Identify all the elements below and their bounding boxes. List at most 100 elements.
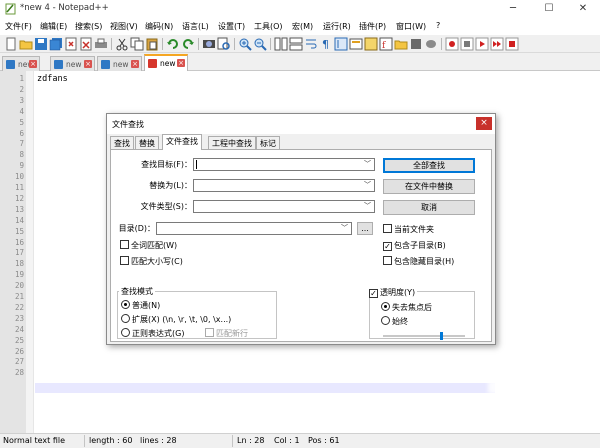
dialog-title-bar[interactable]: 文件查找 × — [107, 114, 495, 134]
on-losing-focus-radio[interactable]: 失去焦点后 — [381, 302, 432, 313]
paste-icon[interactable] — [145, 37, 159, 51]
cut-icon[interactable] — [115, 37, 129, 51]
menu-edit[interactable]: 编辑(E) — [40, 21, 67, 32]
directory-combo[interactable]: ﹀ — [156, 222, 352, 235]
copy-icon[interactable] — [130, 37, 144, 51]
menu-run[interactable]: 运行(R) — [323, 21, 351, 32]
transparency-slider[interactable] — [383, 332, 465, 340]
stop-recording-icon[interactable] — [460, 37, 474, 51]
save-icon[interactable] — [34, 37, 48, 51]
find-what-combo[interactable]: ﹀ — [193, 158, 375, 171]
menu-help[interactable]: ? — [436, 21, 440, 30]
cancel-button[interactable]: 取消 — [383, 200, 475, 215]
line-number: 3 — [19, 95, 24, 105]
dot-matches-newline-label: 匹配新行 — [216, 329, 248, 338]
in-sub-folders-checkbox[interactable]: ✓ 包含子目录(B) — [383, 240, 446, 251]
chevron-down-icon[interactable]: ﹀ — [361, 180, 374, 191]
mode-extended-radio[interactable]: 扩展(X) (\n, \r, \t, \0, \x...) — [121, 314, 231, 325]
minimize-button[interactable]: ─ — [496, 0, 530, 18]
maximize-button[interactable]: ☐ — [532, 0, 566, 18]
menu-plugins[interactable]: 插件(P) — [359, 21, 386, 32]
save-macro-icon[interactable] — [505, 37, 519, 51]
indent-guide-icon[interactable] — [334, 37, 348, 51]
chevron-down-icon[interactable]: ﹀ — [338, 223, 351, 234]
tab-close-icon[interactable]: × — [84, 60, 92, 68]
print-icon[interactable] — [94, 37, 108, 51]
user-defined-language-icon[interactable] — [349, 37, 363, 51]
toolbar-separator — [441, 38, 442, 50]
undo-icon[interactable] — [166, 37, 180, 51]
menu-view[interactable]: 视图(V) — [110, 21, 138, 32]
tab-new-1[interactable]: new × — [2, 56, 40, 71]
close-all-icon[interactable] — [79, 37, 93, 51]
dialog-close-button[interactable]: × — [476, 117, 492, 130]
run-macro-multiple-icon[interactable] — [490, 37, 504, 51]
tab-new-2[interactable]: new × — [50, 56, 95, 71]
close-file-icon[interactable] — [64, 37, 78, 51]
menu-settings[interactable]: 设置(T) — [218, 21, 245, 32]
tab-close-icon[interactable]: × — [131, 60, 139, 68]
slider-thumb[interactable] — [440, 332, 443, 340]
fold-margin[interactable] — [26, 71, 34, 433]
tab-mark[interactable]: 标记 — [256, 136, 280, 150]
redo-icon[interactable] — [181, 37, 195, 51]
record-macro-icon[interactable] — [445, 37, 459, 51]
transparency-checkbox[interactable]: ✓ 透明度(Y) — [369, 287, 418, 298]
word-wrap-icon[interactable] — [304, 37, 318, 51]
zoom-in-icon[interactable] — [238, 37, 252, 51]
match-whole-word-checkbox[interactable]: 全词匹配(W) — [120, 240, 177, 251]
sync-horizontal-scroll-icon[interactable] — [289, 37, 303, 51]
line-number: 4 — [19, 106, 24, 116]
menu-encoding[interactable]: 编码(N) — [145, 21, 173, 32]
notepad-plus-plus-icon — [5, 3, 16, 15]
always-radio[interactable]: 始终 — [381, 316, 408, 327]
menu-file[interactable]: 文件(F) — [5, 21, 32, 32]
zoom-out-icon[interactable] — [253, 37, 267, 51]
tab-close-icon[interactable]: × — [29, 60, 37, 68]
folder-as-workspace-icon[interactable] — [394, 37, 408, 51]
menu-window[interactable]: 窗口(W) — [396, 21, 426, 32]
new-file-icon[interactable] — [4, 37, 18, 51]
monitoring-icon[interactable] — [409, 37, 423, 51]
browse-directory-button[interactable]: ... — [357, 222, 373, 235]
tab-replace[interactable]: 替换 — [135, 136, 159, 150]
match-case-checkbox[interactable]: 匹配大小写(C) — [120, 256, 183, 267]
close-window-button[interactable]: ✕ — [566, 0, 600, 18]
unsaved-file-icon — [148, 59, 157, 68]
chevron-down-icon[interactable]: ﹀ — [361, 159, 374, 170]
menu-search[interactable]: 搜索(S) — [75, 21, 102, 32]
menu-macro[interactable]: 宏(M) — [292, 21, 313, 32]
play-macro-icon[interactable] — [475, 37, 489, 51]
code-line[interactable]: zdfans — [37, 74, 68, 84]
tab-close-icon[interactable]: × — [177, 59, 185, 67]
replace-in-files-button[interactable]: 在文件中替换 — [383, 179, 475, 194]
document-map-icon[interactable] — [364, 37, 378, 51]
tab-find[interactable]: 查找 — [110, 136, 134, 150]
status-position: Pos : 61 — [308, 436, 340, 445]
tab-new-4[interactable]: new 4 × — [144, 54, 188, 71]
function-list-icon[interactable]: f — [379, 37, 393, 51]
find-all-button[interactable]: 全部查找 — [383, 158, 475, 173]
in-hidden-folders-checkbox[interactable]: 包含隐藏目录(H) — [383, 256, 454, 267]
show-all-characters-icon[interactable]: ¶ — [319, 37, 333, 51]
tab-find-in-projects[interactable]: 工程中查找 — [208, 136, 256, 150]
on-losing-focus-label: 失去焦点后 — [392, 303, 432, 312]
save-all-icon[interactable] — [49, 37, 63, 51]
replace-with-combo[interactable]: ﹀ — [193, 179, 375, 192]
sync-vertical-scroll-icon[interactable] — [274, 37, 288, 51]
menu-tools[interactable]: 工具(O) — [254, 21, 283, 32]
replace-icon[interactable] — [217, 37, 231, 51]
dialog-tab-strip: 查找 替换 文件查找 工程中查找 标记 — [107, 134, 495, 150]
chevron-down-icon[interactable]: ﹀ — [361, 201, 374, 212]
tab-new-3[interactable]: new × — [97, 56, 142, 71]
mode-regex-radio[interactable]: 正则表达式(G) — [121, 328, 184, 339]
dot-matches-newline-checkbox: 匹配新行 — [205, 328, 248, 339]
open-file-icon[interactable] — [19, 37, 33, 51]
follow-current-folder-checkbox[interactable]: 当前文件夹 — [383, 224, 434, 235]
filters-combo[interactable]: ﹀ — [193, 200, 375, 213]
record-macro-off-icon[interactable] — [424, 37, 438, 51]
menu-language[interactable]: 语言(L) — [182, 21, 209, 32]
mode-normal-radio[interactable]: 普通(N) — [121, 300, 160, 311]
tab-find-in-files[interactable]: 文件查找 — [162, 134, 202, 150]
find-icon[interactable] — [202, 37, 216, 51]
